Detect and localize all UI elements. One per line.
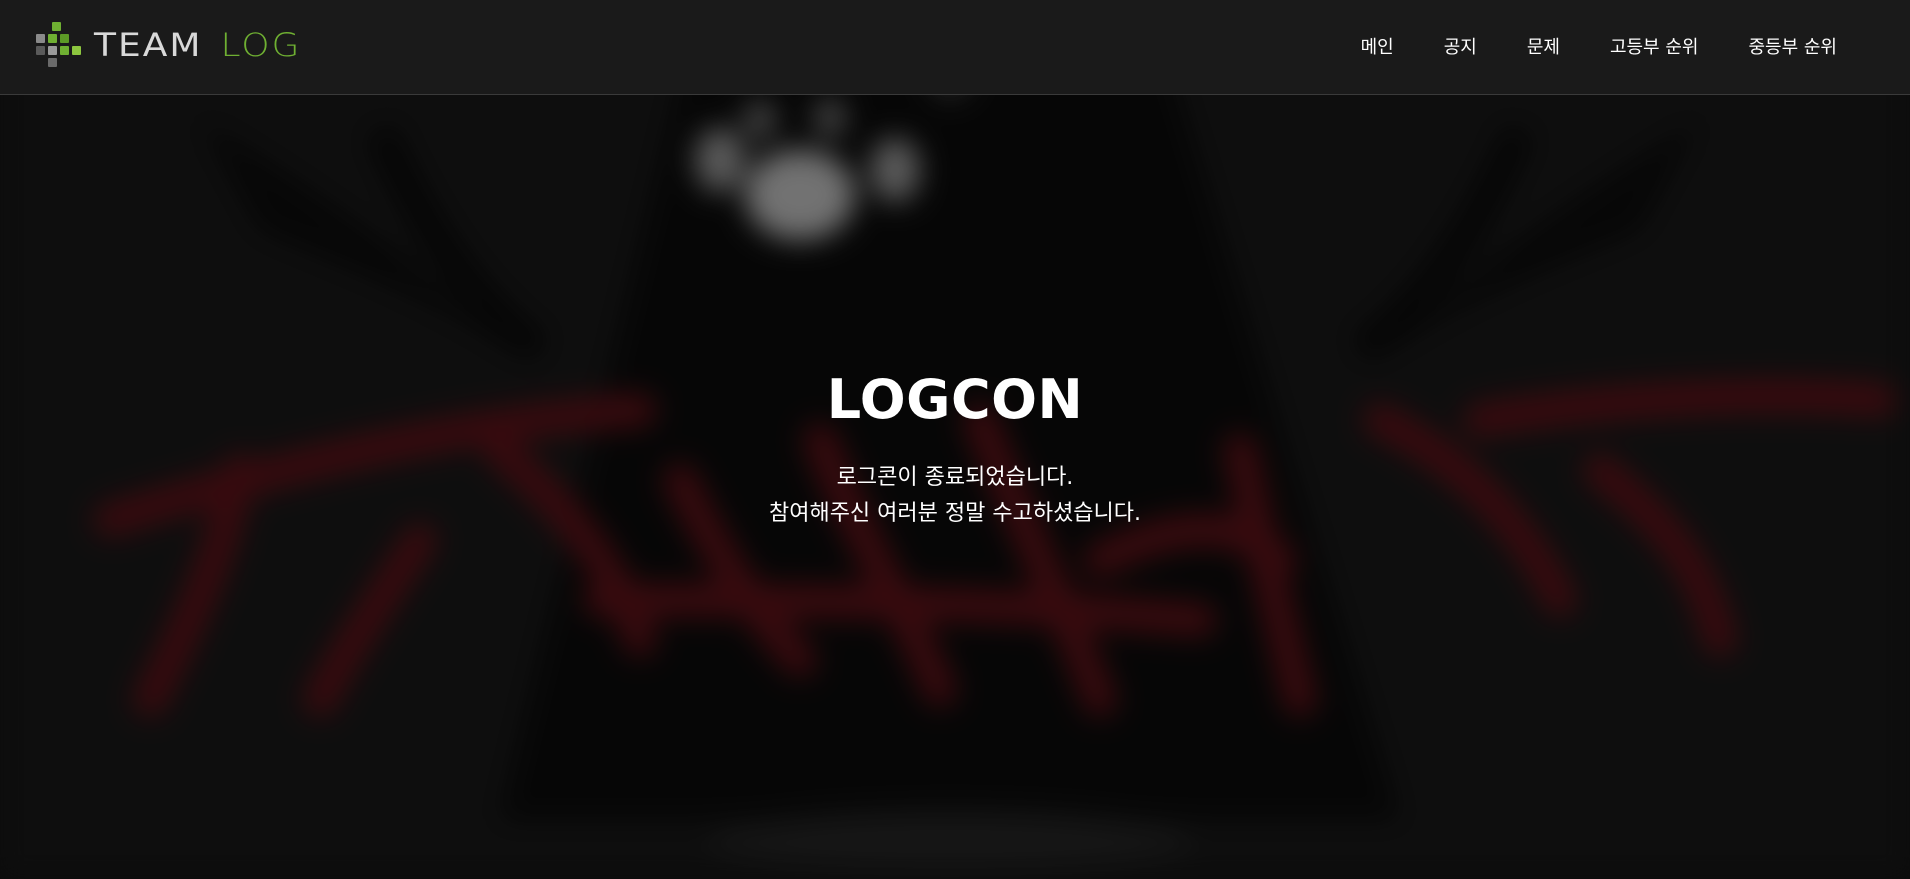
nav-item-problems[interactable]: 문제 — [1502, 0, 1585, 95]
top-navbar: TEAM LOG 메인 공지 문제 고등부 순위 중등부 순위 — [0, 0, 1910, 95]
hero-content: LOGCON 로그콘이 종료되었습니다. 참여해주신 여러분 정말 수고하셨습니… — [0, 358, 1910, 532]
nav-item-middle-school-ranking[interactable]: 중등부 순위 — [1723, 0, 1862, 95]
main-nav: 메인 공지 문제 고등부 순위 중등부 순위 — [1336, 0, 1862, 95]
nav-item-notice[interactable]: 공지 — [1419, 0, 1502, 95]
nav-item-high-school-ranking[interactable]: 고등부 순위 — [1585, 0, 1724, 95]
brand-name-log: LOG — [220, 27, 302, 64]
brand-name-team: TEAM — [94, 27, 203, 64]
brand-logo-link[interactable]: TEAM LOG — [34, 20, 301, 72]
nav-item-main[interactable]: 메인 — [1336, 0, 1419, 95]
pixel-grid-logo-icon — [34, 20, 88, 72]
hero-message-line-1: 로그콘이 종료되었습니다. — [836, 465, 1074, 490]
page: TEAM LOG 메인 공지 문제 고등부 순위 중등부 순위 LOGCON 로… — [0, 0, 1910, 879]
hero-title: LOGCON — [826, 368, 1084, 431]
hero-message: 로그콘이 종료되었습니다. 참여해주신 여러분 정말 수고하셨습니다. — [0, 460, 1910, 532]
hero-message-line-2: 참여해주신 여러분 정말 수고하셨습니다. — [768, 501, 1142, 526]
